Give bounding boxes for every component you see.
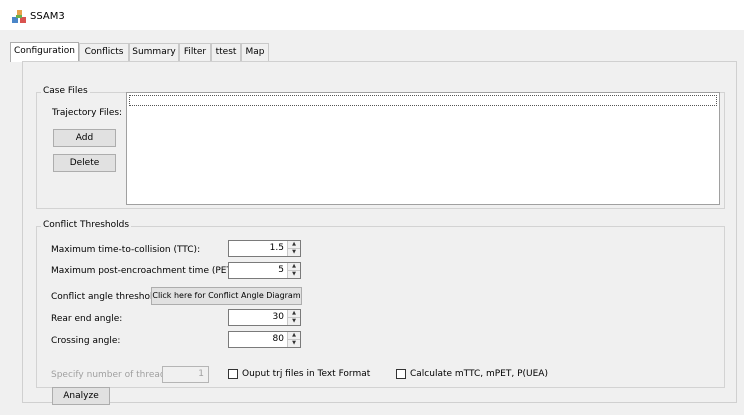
crossing-angle-spinner[interactable]: 80 ▲ ▼ <box>228 331 301 348</box>
spin-down-icon[interactable]: ▼ <box>288 318 300 325</box>
tab-filter[interactable]: Filter <box>179 43 211 61</box>
analyze-button[interactable]: Analyze <box>52 387 110 405</box>
ttc-spinner[interactable]: 1.5 ▲ ▼ <box>228 240 301 257</box>
tab-conflicts[interactable]: Conflicts <box>79 43 129 61</box>
rear-end-angle-value: 30 <box>272 312 284 322</box>
spin-up-icon[interactable]: ▲ <box>288 332 300 340</box>
pet-spinner[interactable]: 5 ▲ ▼ <box>228 262 301 279</box>
add-button[interactable]: Add <box>53 129 116 147</box>
rear-end-angle-label: Rear end angle: <box>51 314 123 324</box>
conflict-angle-diagram-button[interactable]: Click here for Conflict Angle Diagram <box>151 287 302 305</box>
spin-up-icon[interactable]: ▲ <box>288 241 300 249</box>
case-files-legend: Case Files <box>41 86 90 96</box>
crossing-angle-label: Crossing angle: <box>51 336 121 346</box>
app-logo-icon <box>12 10 26 23</box>
spin-down-icon[interactable]: ▼ <box>288 340 300 347</box>
tab-summary[interactable]: Summary <box>129 43 179 61</box>
tab-map[interactable]: Map <box>241 43 269 61</box>
conflict-thresholds-legend: Conflict Thresholds <box>41 220 132 230</box>
window-title: SSAM3 <box>30 11 65 22</box>
crossing-angle-value: 80 <box>272 334 284 344</box>
tab-configuration[interactable]: Configuration <box>10 42 79 62</box>
ttc-spin-buttons: ▲ ▼ <box>287 241 300 256</box>
spin-down-icon[interactable]: ▼ <box>288 249 300 256</box>
rear-spin-buttons: ▲ ▼ <box>287 310 300 325</box>
pet-label: Maximum post-encroachment time (PET): <box>51 266 239 276</box>
tab-ttest[interactable]: ttest <box>211 43 241 61</box>
trajectory-files-list[interactable] <box>126 92 720 205</box>
text-format-checkbox[interactable] <box>228 369 238 379</box>
threads-input[interactable]: 1 <box>162 366 209 383</box>
threads-value: 1 <box>198 369 204 379</box>
text-format-label: Ouput trj files in Text Format <box>242 369 371 379</box>
threads-label: Specify number of threads: <box>51 370 174 380</box>
spin-up-icon[interactable]: ▲ <box>288 263 300 271</box>
pet-spin-buttons: ▲ ▼ <box>287 263 300 278</box>
pet-value: 5 <box>278 265 284 275</box>
angle-thresholds-label: Conflict angle thresholds: <box>51 292 166 302</box>
crossing-spin-buttons: ▲ ▼ <box>287 332 300 347</box>
calc-metrics-label: Calculate mTTC, mPET, P(UEA) <box>410 369 548 379</box>
list-focus-row[interactable] <box>129 95 717 106</box>
title-bar <box>0 0 744 31</box>
ttc-label: Maximum time-to-collision (TTC): <box>51 245 201 255</box>
spin-up-icon[interactable]: ▲ <box>288 310 300 318</box>
calc-metrics-checkbox[interactable] <box>396 369 406 379</box>
rear-end-angle-spinner[interactable]: 30 ▲ ▼ <box>228 309 301 326</box>
delete-button[interactable]: Delete <box>53 154 116 172</box>
spin-down-icon[interactable]: ▼ <box>288 271 300 278</box>
trajectory-files-label: Trajectory Files: <box>52 108 123 118</box>
ttc-value: 1.5 <box>269 243 284 253</box>
